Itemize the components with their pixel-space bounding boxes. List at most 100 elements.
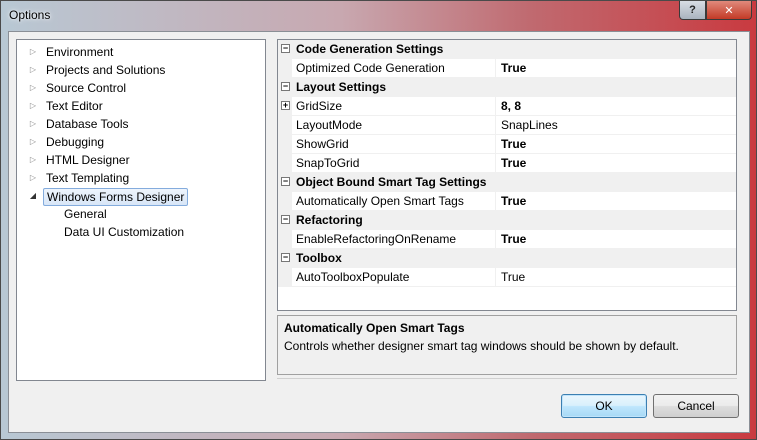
tree-item-label: Windows Forms Designer — [43, 188, 189, 206]
tree-item[interactable]: ◢ Windows Forms Designer — [17, 187, 265, 206]
grid-property-row[interactable]: AutoToolboxPopulate True — [278, 268, 736, 287]
separator — [277, 378, 737, 379]
tree-item-label: Text Editor — [46, 99, 103, 113]
property-value[interactable]: True — [501, 192, 526, 211]
tree-item[interactable]: ▷ Debugging — [17, 133, 265, 151]
grid-property-row[interactable]: + GridSize 8, 8 — [278, 97, 736, 116]
grid-category-row[interactable]: − Refactoring — [278, 211, 736, 230]
grid-property-row[interactable]: SnapToGrid True — [278, 154, 736, 173]
grid-category-row[interactable]: − Layout Settings — [278, 78, 736, 97]
tree-item[interactable]: ▷ Database Tools — [17, 115, 265, 133]
window-title: Options — [9, 8, 51, 22]
column-divider[interactable] — [495, 97, 496, 116]
help-button[interactable]: ? — [679, 1, 706, 20]
title-bar[interactable]: Options ? ✕ — [1, 1, 757, 31]
cancel-button[interactable]: Cancel — [653, 394, 739, 418]
category-name: Toolbox — [296, 251, 342, 265]
grid-property-row[interactable]: Automatically Open Smart Tags True — [278, 192, 736, 211]
category-name: Refactoring — [296, 213, 363, 227]
row-gutter — [278, 192, 292, 211]
expanded-arrow-icon[interactable]: ◢ — [28, 187, 38, 205]
grid-property-row[interactable]: EnableRefactoringOnRename True — [278, 230, 736, 249]
tree-item[interactable]: ▷ Text Editor — [17, 97, 265, 115]
expand-icon[interactable]: + — [281, 101, 290, 110]
property-value[interactable]: True — [501, 59, 526, 78]
collapse-icon[interactable]: − — [281, 253, 290, 262]
tree-item[interactable]: ▷ Text Templating — [17, 169, 265, 187]
row-gutter — [278, 154, 292, 173]
column-divider[interactable] — [495, 154, 496, 173]
property-value[interactable]: True — [501, 135, 526, 154]
collapsed-arrow-icon[interactable]: ▷ — [28, 97, 38, 115]
grid-property-row[interactable]: ShowGrid True — [278, 135, 736, 154]
property-value[interactable]: True — [501, 268, 525, 287]
tree-item[interactable]: Data UI Customization — [17, 223, 265, 241]
ok-button[interactable]: OK — [561, 394, 647, 418]
property-name: EnableRefactoringOnRename — [296, 232, 457, 246]
grid-property-row[interactable]: LayoutMode SnapLines — [278, 116, 736, 135]
property-name: Automatically Open Smart Tags — [296, 194, 464, 208]
property-name: LayoutMode — [296, 118, 363, 132]
property-value[interactable]: SnapLines — [501, 116, 558, 135]
grid-category-row[interactable]: − Toolbox — [278, 249, 736, 268]
collapsed-arrow-icon[interactable]: ▷ — [28, 115, 38, 133]
category-name: Object Bound Smart Tag Settings — [296, 175, 487, 189]
tree-item-label: Debugging — [46, 135, 105, 149]
grid-property-row[interactable]: Optimized Code Generation True — [278, 59, 736, 78]
tree-item-label: Environment — [46, 45, 114, 59]
tree-item-label: HTML Designer — [46, 153, 130, 167]
collapse-icon[interactable]: − — [281, 177, 290, 186]
column-divider[interactable] — [495, 59, 496, 78]
collapse-icon[interactable]: − — [281, 215, 290, 224]
grid-category-row[interactable]: − Object Bound Smart Tag Settings — [278, 173, 736, 192]
property-value[interactable]: True — [501, 154, 526, 173]
collapsed-arrow-icon[interactable]: ▷ — [28, 43, 38, 61]
column-divider[interactable] — [495, 268, 496, 287]
column-divider[interactable] — [495, 230, 496, 249]
row-gutter — [278, 135, 292, 154]
property-name: SnapToGrid — [296, 156, 360, 170]
column-divider[interactable] — [495, 135, 496, 154]
tree-item-label: Source Control — [46, 81, 127, 95]
property-name: AutoToolboxPopulate — [296, 270, 410, 284]
tree-item[interactable]: ▷ Environment — [17, 43, 265, 61]
property-name: Optimized Code Generation — [296, 61, 445, 75]
property-value[interactable]: 8, 8 — [501, 97, 521, 116]
tree-item[interactable]: ▷ HTML Designer — [17, 151, 265, 169]
tree-item-label: General — [64, 207, 107, 221]
dialog-client-area: ▷ Environment ▷ Projects and Solutions ▷ Sour… — [8, 31, 750, 433]
tree-item[interactable]: ▷ Source Control — [17, 79, 265, 97]
tree-item-label: Database Tools — [46, 117, 129, 131]
row-gutter — [278, 59, 292, 78]
description-title: Automatically Open Smart Tags — [284, 321, 465, 335]
tree-item-label: Data UI Customization — [64, 225, 185, 239]
grid-category-row[interactable]: − Code Generation Settings — [278, 40, 736, 59]
collapse-icon[interactable]: − — [281, 82, 290, 91]
property-grid[interactable]: − Code Generation Settings Optimized Code … — [277, 39, 737, 311]
tree-item-label: Projects and Solutions — [46, 63, 166, 77]
tree-item-label: Text Templating — [46, 171, 130, 185]
options-dialog: Options ? ✕ ▷ Environment ▷ Projects and So… — [0, 0, 757, 440]
collapse-icon[interactable]: − — [281, 44, 290, 53]
title-buttons: ? ✕ — [679, 1, 752, 20]
description-panel: Automatically Open Smart Tags Controls w… — [277, 315, 737, 375]
collapsed-arrow-icon[interactable]: ▷ — [28, 151, 38, 169]
tree-item[interactable]: General — [17, 205, 265, 223]
options-tree[interactable]: ▷ Environment ▷ Projects and Solutions ▷ Sour… — [16, 39, 266, 381]
column-divider[interactable] — [495, 116, 496, 135]
column-divider[interactable] — [495, 192, 496, 211]
row-gutter — [278, 116, 292, 135]
row-gutter — [278, 230, 292, 249]
collapsed-arrow-icon[interactable]: ▷ — [28, 133, 38, 151]
collapsed-arrow-icon[interactable]: ▷ — [28, 169, 38, 187]
close-button[interactable]: ✕ — [706, 1, 752, 20]
collapsed-arrow-icon[interactable]: ▷ — [28, 79, 38, 97]
category-name: Code Generation Settings — [296, 42, 444, 56]
category-name: Layout Settings — [296, 80, 387, 94]
tree-item[interactable]: ▷ Projects and Solutions — [17, 61, 265, 79]
collapsed-arrow-icon[interactable]: ▷ — [28, 61, 38, 79]
property-value[interactable]: True — [501, 230, 526, 249]
property-name: ShowGrid — [296, 137, 349, 151]
property-name: GridSize — [296, 99, 343, 113]
row-gutter — [278, 268, 292, 287]
